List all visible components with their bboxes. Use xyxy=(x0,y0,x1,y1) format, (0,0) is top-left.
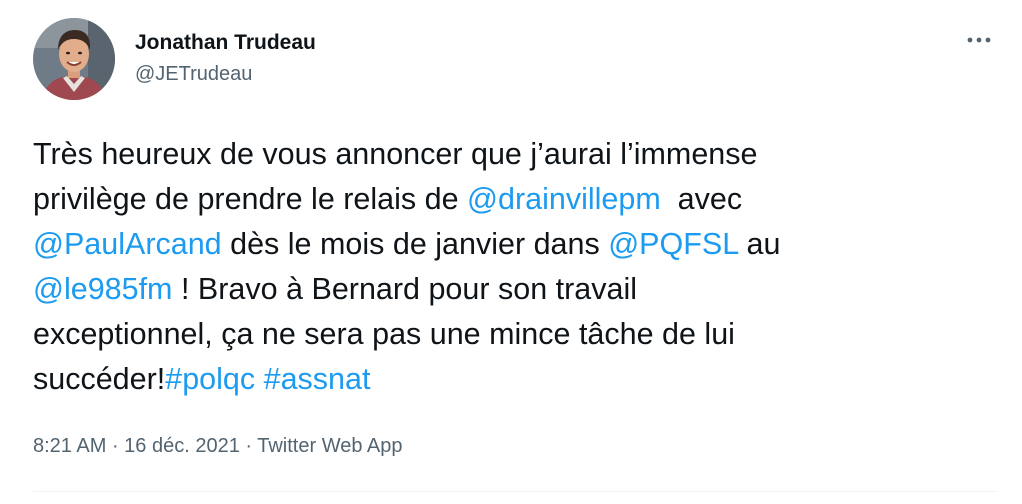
meta-separator: · xyxy=(106,435,125,457)
more-options-button[interactable] xyxy=(966,30,992,50)
tweet-text-line: succéder!#polqc #assnat xyxy=(33,357,993,402)
mention-link[interactable]: @le985fm xyxy=(33,272,172,306)
tweet-text-segment: au xyxy=(738,227,781,261)
mention-link[interactable]: @PaulArcand xyxy=(33,227,222,261)
hashtag-link[interactable]: #polqc xyxy=(165,362,255,396)
tweet-meta: 8:21 AM · 16 déc. 2021 · Twitter Web App xyxy=(33,433,403,459)
tweet-text-segment: exceptionnel, ça ne sera pas une mince t… xyxy=(33,317,735,351)
tweet-source[interactable]: Twitter Web App xyxy=(257,435,402,457)
avatar[interactable] xyxy=(33,18,115,100)
hashtag-link[interactable]: #assnat xyxy=(264,362,371,396)
tweet-text-segment: dès le mois de janvier dans xyxy=(221,227,609,261)
divider xyxy=(33,491,996,492)
tweet-text-segment: Très heureux de vous annoncer que j’aura… xyxy=(33,137,758,171)
tweet-text-line: @le985fm ! Bravo à Bernard pour son trav… xyxy=(33,267,993,312)
meta-separator: · xyxy=(239,435,258,457)
tweet-text-line: privilège de prendre le relais de @drain… xyxy=(33,177,993,222)
tweet-text-line: @PaulArcand dès le mois de janvier dans … xyxy=(33,222,993,267)
author-display-name[interactable]: Jonathan Trudeau xyxy=(135,30,316,56)
author-block: Jonathan Trudeau @JETrudeau xyxy=(135,30,316,87)
tweet-text-segment: ! Bravo à Bernard pour son travail xyxy=(172,272,637,306)
tweet-text-segment: privilège de prendre le relais de xyxy=(33,182,468,216)
mention-link[interactable]: @PQFSL xyxy=(608,227,738,261)
tweet-time[interactable]: 8:21 AM xyxy=(33,435,106,457)
tweet-text-segment xyxy=(255,362,263,396)
tweet-card: Jonathan Trudeau @JETrudeau Très heureux… xyxy=(0,0,1022,504)
tweet-text-segment: avec xyxy=(660,182,743,216)
more-horizontal-icon xyxy=(967,37,991,43)
profile-photo-icon xyxy=(33,18,115,100)
author-handle[interactable]: @JETrudeau xyxy=(135,61,316,87)
tweet-date[interactable]: 16 déc. 2021 xyxy=(124,435,240,457)
tweet-text: Très heureux de vous annoncer que j’aura… xyxy=(33,132,993,402)
tweet-text-segment: succéder! xyxy=(33,362,166,396)
mention-link[interactable]: @drainvillepm xyxy=(467,182,661,216)
tweet-text-line: exceptionnel, ça ne sera pas une mince t… xyxy=(33,312,993,357)
tweet-text-line: Très heureux de vous annoncer que j’aura… xyxy=(33,132,993,177)
